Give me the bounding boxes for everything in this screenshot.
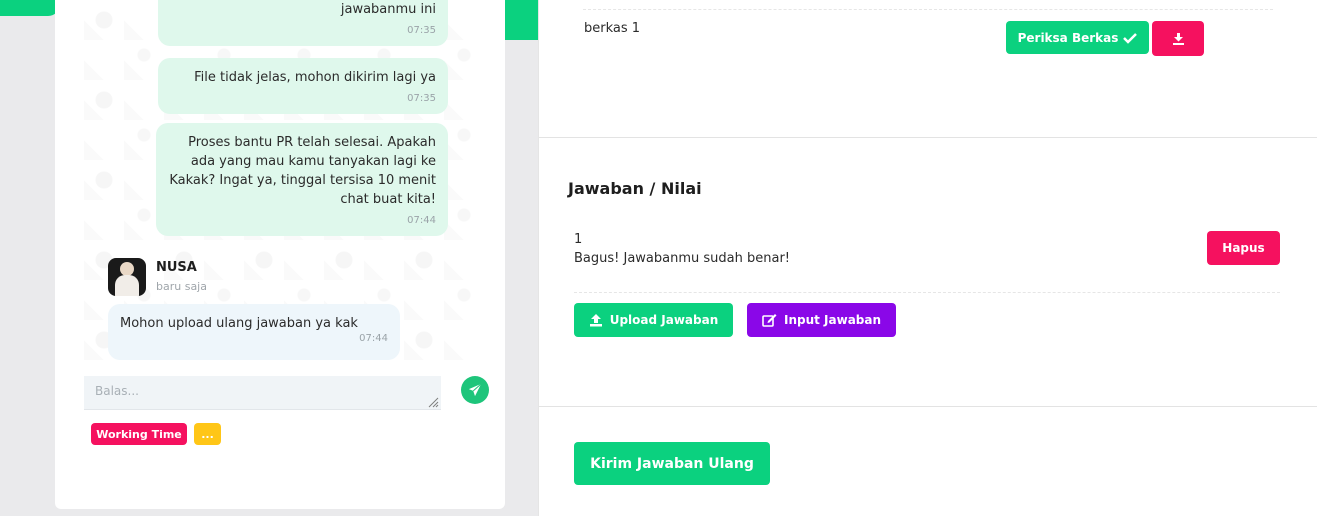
upload-icon: [589, 314, 602, 327]
file-name: berkas 1: [584, 21, 641, 36]
chat-bubble-outgoing: File tidak jelas, mohon dikirim lagi ya …: [158, 58, 448, 114]
message-time: 07:35: [407, 25, 436, 36]
answer-number: 1: [574, 232, 583, 247]
reply-input[interactable]: [84, 376, 441, 410]
edit-icon: [762, 314, 777, 327]
avatar: [108, 258, 146, 296]
upload-answer-label: Upload Jawaban: [609, 313, 719, 327]
sender-time: baru saja: [156, 280, 207, 293]
avatar-face-shape: [120, 262, 134, 276]
decor-green-shape: [0, 0, 60, 16]
message-text: Mohon upload ulang jawaban ya kak: [120, 316, 358, 331]
divider: [574, 292, 1280, 293]
delete-button[interactable]: Hapus: [1207, 231, 1280, 265]
message-time: 07:44: [359, 333, 388, 344]
working-time-badge: Working Time: [91, 423, 187, 445]
chat-panel: jawabanmu ini 07:35 File tidak jelas, mo…: [55, 0, 505, 509]
more-badge[interactable]: ...: [194, 423, 221, 445]
message-text: Proses bantu PR telah selesai. Apakah ad…: [169, 135, 436, 207]
chat-messages[interactable]: jawabanmu ini 07:35 File tidak jelas, mo…: [84, 0, 475, 368]
upload-answer-button[interactable]: Upload Jawaban: [574, 303, 733, 337]
download-icon: [1172, 33, 1184, 45]
resize-grip-icon[interactable]: [427, 396, 439, 408]
answer-feedback: Bagus! Jawabanmu sudah benar!: [574, 251, 790, 266]
section-title: Jawaban / Nilai: [568, 179, 702, 198]
message-time: 07:35: [407, 93, 436, 104]
chat-bubble-outgoing: jawabanmu ini 07:35: [158, 0, 448, 46]
check-file-label: Periksa Berkas: [1017, 30, 1119, 45]
message-time: 07:44: [407, 215, 436, 226]
sender-name: NUSA: [156, 260, 197, 275]
message-text: File tidak jelas, mohon dikirim lagi ya: [194, 70, 436, 85]
answers-section: Jawaban / Nilai 1 Bagus! Jawabanmu sudah…: [539, 139, 1317, 407]
decor-green-shape: [505, 0, 538, 40]
check-file-button[interactable]: Periksa Berkas: [1006, 21, 1149, 54]
send-button[interactable]: [461, 376, 489, 404]
chat-bubble-incoming: Mohon upload ulang jawaban ya kak 07:44: [108, 304, 400, 360]
input-answer-label: Input Jawaban: [783, 313, 882, 327]
divider: [583, 9, 1273, 10]
check-icon: [1123, 32, 1138, 44]
paper-plane-icon: [468, 383, 482, 397]
download-button[interactable]: [1152, 21, 1204, 56]
input-answer-button[interactable]: Input Jawaban: [747, 303, 896, 337]
chat-bubble-outgoing: Proses bantu PR telah selesai. Apakah ad…: [156, 123, 448, 236]
resubmit-answer-button[interactable]: Kirim Jawaban Ulang: [574, 442, 770, 485]
message-sender: NUSA baru saja: [108, 258, 207, 296]
avatar-body-shape: [115, 275, 139, 296]
message-text: jawabanmu ini: [340, 2, 436, 17]
main-panel: berkas 1 Periksa Berkas Jawaban / Nilai …: [538, 0, 1317, 516]
files-section: berkas 1 Periksa Berkas: [539, 0, 1317, 138]
sender-meta: NUSA baru saja: [156, 258, 207, 293]
